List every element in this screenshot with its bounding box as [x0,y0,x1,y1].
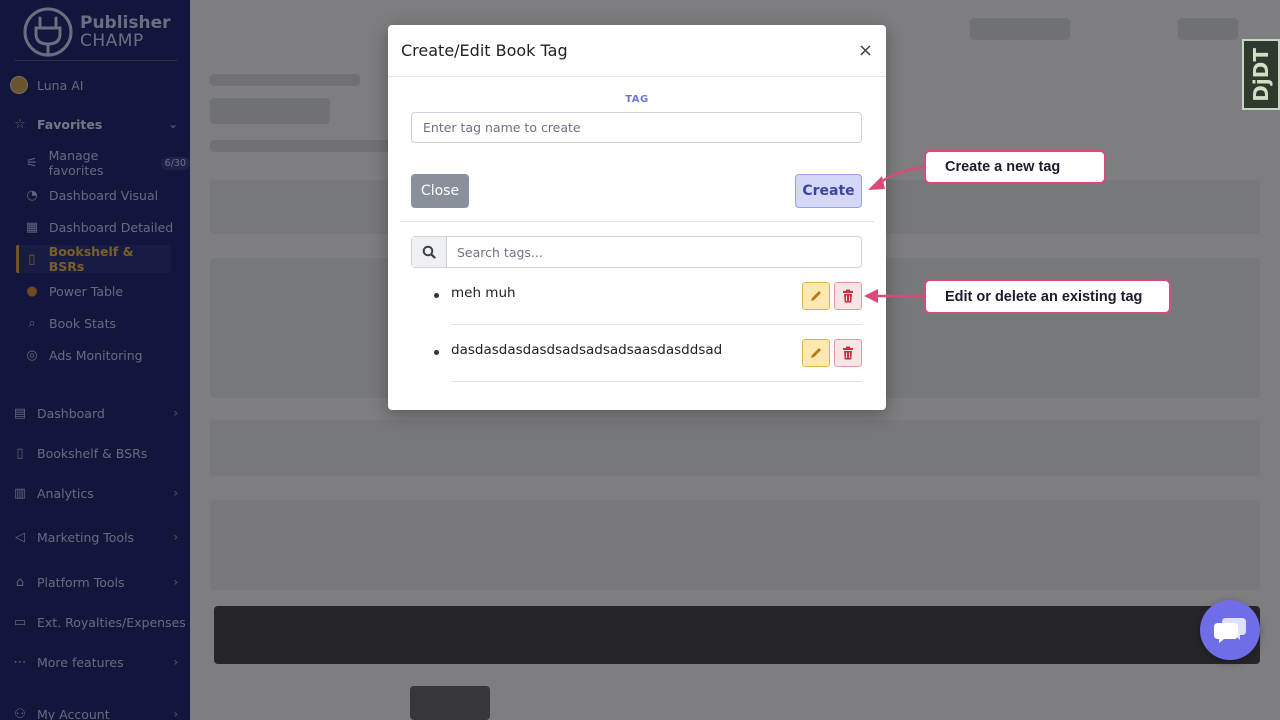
sidebar-item-label: Dashboard [37,405,105,421]
chevron-right-icon: › [173,486,178,500]
edit-delete-callout: Edit or delete an existing tag [924,279,1171,314]
sidebar-item-dashboard[interactable]: ▤ Dashboard › [0,399,190,427]
pencil-icon [811,348,821,358]
trash-icon [843,289,853,303]
sidebar-item-dashboard-detailed[interactable]: ▦ Dashboard Detailed [0,213,190,241]
sidebar-item-label: Bookshelf & BSRs [48,244,134,274]
edit-tag-button[interactable] [802,282,830,310]
book-tag-modal: Create/Edit Book Tag × TAG Close Create … [388,25,886,410]
pencil-icon [811,291,821,301]
book-search-icon: ⌕ [28,315,36,331]
logo-line2: CHAMP [80,31,144,51]
tag-field-label: TAG [625,94,649,105]
sidebar-item-label: Book Stats [49,315,116,331]
tag-name: dasdasdasdasdsadsadsadsaasdasddsad [451,342,723,358]
djdt-label: DjDT [1249,47,1273,102]
edit-tag-button[interactable] [802,339,830,367]
sidebar-item-bookshelf-bsrs-active[interactable]: ▯ Bookshelf & BSRs [16,244,171,274]
tag-name: meh muh [451,285,516,301]
delete-tag-button[interactable] [834,339,862,367]
tag-search [411,236,862,268]
create-button[interactable]: Create [795,174,862,208]
chevron-right-icon: › [173,575,178,589]
sidebar-item-label: Ext. Royalties/Expenses [37,614,186,630]
sidebar-item-label: Analytics [37,485,94,501]
favorites-count-badge: 6/30 [160,156,190,170]
tag-name-input[interactable] [411,112,862,143]
sidebar-item-label: Manage favorites [48,148,104,178]
sidebar-item-label: Dashboard Visual [49,187,159,203]
sidebar-item-label: Power Table [49,283,124,299]
publisher-champ-logo[interactable]: Publisher CHAMP [22,6,172,58]
user-name: Luna AI [37,77,84,93]
sidebar-item-book-stats[interactable]: ⌕ Book Stats [0,309,190,337]
sidebar-item-label: Marketing Tools [37,529,135,545]
django-debug-toolbar-handle[interactable]: DjDT [1242,39,1280,110]
logo-divider [14,60,178,61]
sidebar-item-label: Dashboard Detailed [49,219,174,235]
sidebar-item-dashboard-visual[interactable]: ◔ Dashboard Visual [0,181,190,209]
target-icon: ◎ [26,347,38,363]
sidebar-item-ext-royalties[interactable]: ▭ Ext. Royalties/Expenses [0,608,190,636]
sidebar-item-more-features[interactable]: ⋯ More features › [0,648,190,676]
megaphone-icon: ◁ [15,529,25,545]
sidebar-item-manage-favorites[interactable]: ⚟ Manage favorites 6/30 [0,148,190,178]
sidebar-item-platform-tools[interactable]: ⌂ Platform Tools › [0,568,190,596]
sidebar-item-bookshelf-bsrs[interactable]: ▯ Bookshelf & BSRs [0,439,190,467]
sliders-icon: ⚟ [25,155,38,171]
user-gear-icon: ⚇ [14,706,26,720]
close-button[interactable]: Close [411,174,469,208]
chevron-right-icon: › [173,655,178,669]
search-tags-input[interactable] [447,237,861,267]
chat-bubble-icon [1214,618,1246,643]
list-bullet [434,293,439,298]
wallet-icon: ▭ [13,614,27,630]
sidebar-item-label: My Account [37,706,110,720]
chat-widget-button[interactable] [1200,600,1260,660]
chevron-right-icon: › [173,406,178,420]
tag-list-item: dasdasdasdasdsadsadsadsaasdasddsad [434,325,862,382]
table-icon: ▦ [25,219,39,235]
search-icon [412,237,447,267]
tag-list-item: meh muh [434,268,862,325]
sidebar-favorites-toggle[interactable]: ☆ Favorites ⌄ [0,110,190,138]
more-dots-icon: ⋯ [13,654,27,670]
favorites-label: Favorites [37,116,103,132]
trash-icon [843,346,853,360]
modal-header: Create/Edit Book Tag [388,25,886,77]
sidebar-item-marketing-tools[interactable]: ◁ Marketing Tools › [0,523,190,551]
sidebar-item-ads-monitoring[interactable]: ◎ Ads Monitoring [0,341,190,369]
plug-logo-icon [23,7,73,57]
bar-chart-icon: ▥ [13,485,27,501]
power-icon: ● [26,283,38,299]
logo-line1: Publisher [80,13,171,33]
store-icon: ⌂ [15,574,25,590]
book-icon: ▯ [16,445,24,461]
sidebar-item-my-account[interactable]: ⚇ My Account › [0,700,190,720]
modal-title: Create/Edit Book Tag [401,41,568,60]
chevron-right-icon: › [173,530,178,544]
sidebar: Publisher CHAMP Luna AI ☆ Favorites ⌄ ⚟ … [0,0,190,720]
star-icon: ☆ [14,116,26,132]
grid-icon: ▤ [13,405,27,421]
sidebar-item-label: Bookshelf & BSRs [37,445,148,461]
pie-chart-icon: ◔ [26,187,38,203]
sidebar-item-label: Ads Monitoring [49,347,143,363]
book-icon: ▯ [28,251,36,267]
delete-tag-button[interactable] [834,282,862,310]
avatar [10,76,28,94]
sidebar-item-power-table[interactable]: ● Power Table [0,277,190,305]
sidebar-item-label: More features [37,654,124,670]
sidebar-user[interactable]: Luna AI [0,71,190,99]
chevron-right-icon: › [173,707,178,720]
create-tag-callout: Create a new tag [924,150,1106,184]
divider [400,221,874,222]
modal-close-icon[interactable]: × [858,40,873,61]
sidebar-item-label: Platform Tools [37,574,125,590]
sidebar-item-analytics[interactable]: ▥ Analytics › [0,479,190,507]
list-bullet [434,350,439,355]
chevron-down-icon: ⌄ [167,117,178,131]
